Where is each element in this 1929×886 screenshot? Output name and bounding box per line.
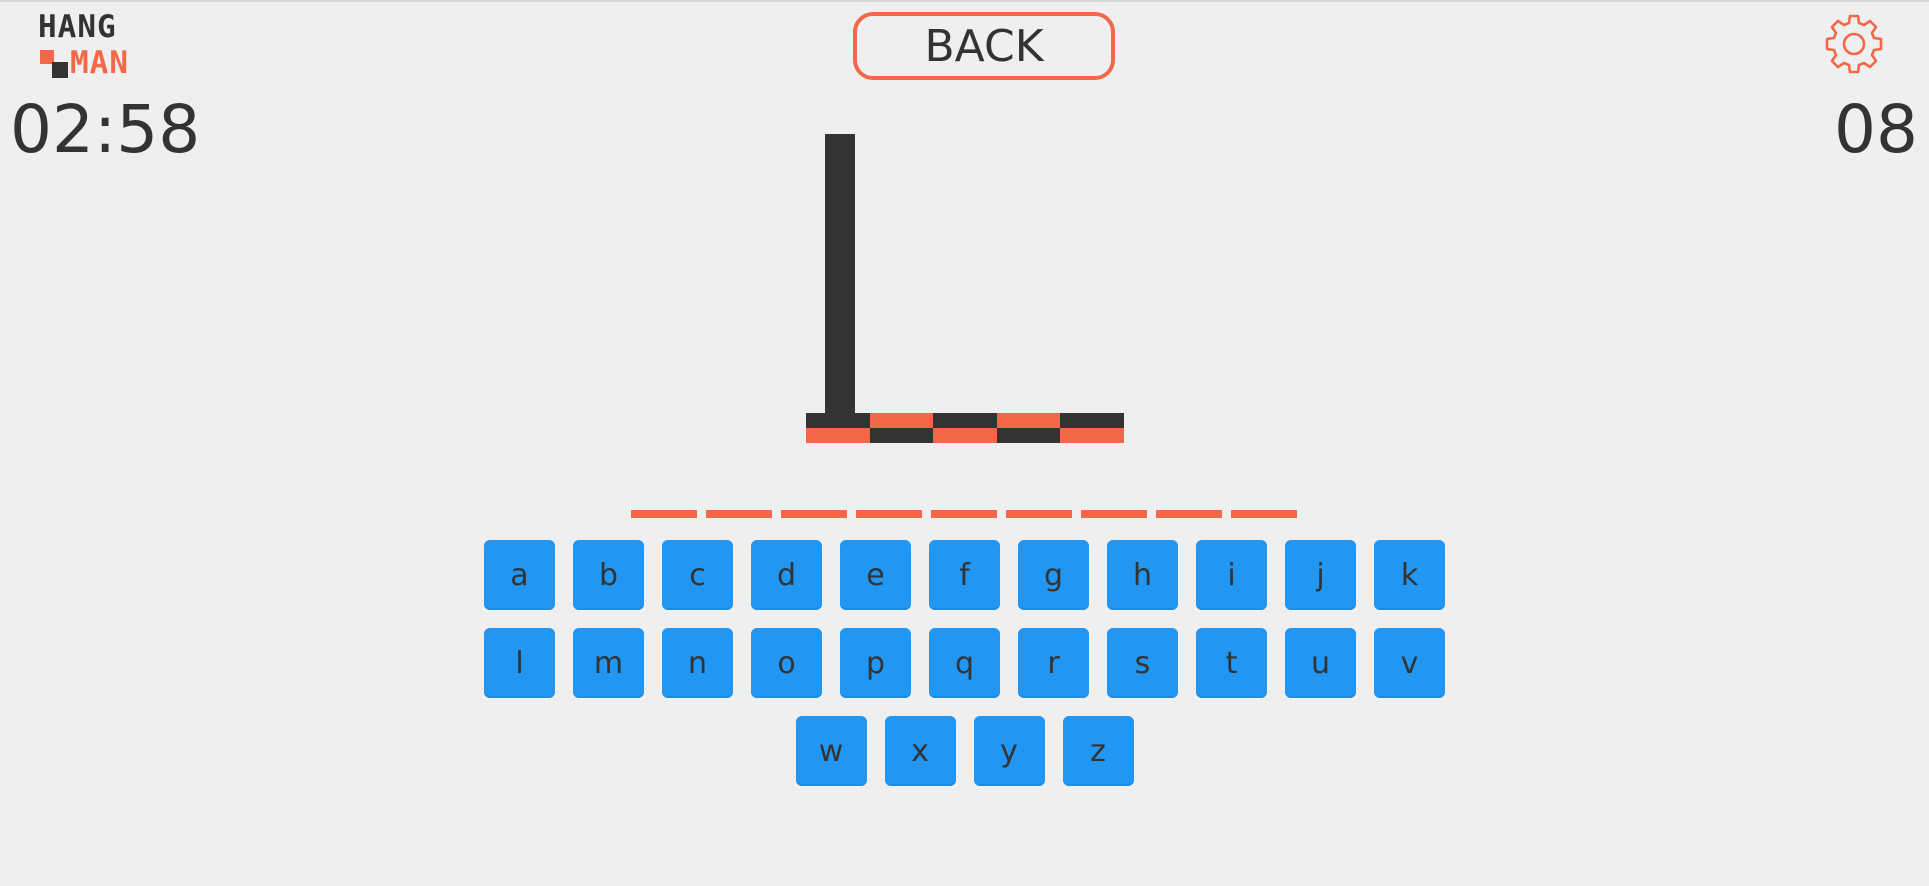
letter-key-s[interactable]: s [1107, 628, 1178, 698]
letter-key-j[interactable]: j [1285, 540, 1356, 610]
letter-key-w[interactable]: w [795, 716, 867, 786]
top-edge [0, 0, 1929, 2]
keyboard-row: lmnopqrstuv [0, 628, 1929, 698]
letter-key-m[interactable]: m [573, 628, 644, 698]
letter-key-r[interactable]: r [1018, 628, 1089, 698]
letter-key-b[interactable]: b [573, 540, 644, 610]
letter-slot [856, 510, 922, 518]
keyboard-row: wxyz [0, 716, 1929, 786]
letter-key-n[interactable]: n [662, 628, 733, 698]
settings-button[interactable] [1821, 12, 1887, 78]
logo-blocks-icon [40, 50, 68, 78]
gear-icon [1825, 14, 1883, 74]
letter-key-h[interactable]: h [1107, 540, 1178, 610]
letter-key-p[interactable]: p [840, 628, 911, 698]
back-button[interactable]: BACK [853, 12, 1115, 80]
letter-key-u[interactable]: u [1285, 628, 1356, 698]
letter-key-d[interactable]: d [751, 540, 822, 610]
letter-slot [931, 510, 997, 518]
letter-key-a[interactable]: a [484, 540, 555, 610]
letter-key-f[interactable]: f [929, 540, 1000, 610]
letter-key-y[interactable]: y [973, 716, 1045, 786]
countdown-timer: 02:58 [10, 91, 201, 168]
letter-slot [781, 510, 847, 518]
letter-slot [706, 510, 772, 518]
letter-key-c[interactable]: c [662, 540, 733, 610]
logo-text-hang: HANG [38, 9, 117, 45]
letter-keyboard: abcdefghijk lmnopqrstuv wxyz [0, 540, 1929, 804]
letter-slot [1006, 510, 1072, 518]
letter-slot [1081, 510, 1147, 518]
score-counter: 08 [1834, 91, 1918, 168]
letter-key-t[interactable]: t [1196, 628, 1267, 698]
word-slots [631, 510, 1297, 518]
keyboard-row: abcdefghijk [0, 540, 1929, 610]
letter-key-q[interactable]: q [929, 628, 1000, 698]
gallows-pole [825, 134, 855, 415]
letter-key-k[interactable]: k [1374, 540, 1445, 610]
letter-key-i[interactable]: i [1196, 540, 1267, 610]
letter-slot [1231, 510, 1297, 518]
letter-key-z[interactable]: z [1062, 716, 1134, 786]
letter-slot [1156, 510, 1222, 518]
letter-key-e[interactable]: e [840, 540, 911, 610]
letter-key-o[interactable]: o [751, 628, 822, 698]
letter-key-l[interactable]: l [484, 628, 555, 698]
letter-key-x[interactable]: x [884, 716, 956, 786]
logo-text-man: MAN [70, 45, 129, 81]
letter-key-g[interactable]: g [1018, 540, 1089, 610]
letter-slot [631, 510, 697, 518]
letter-key-v[interactable]: v [1374, 628, 1445, 698]
gallows-base [806, 413, 1124, 443]
hangman-logo: HANG MAN [38, 12, 163, 82]
